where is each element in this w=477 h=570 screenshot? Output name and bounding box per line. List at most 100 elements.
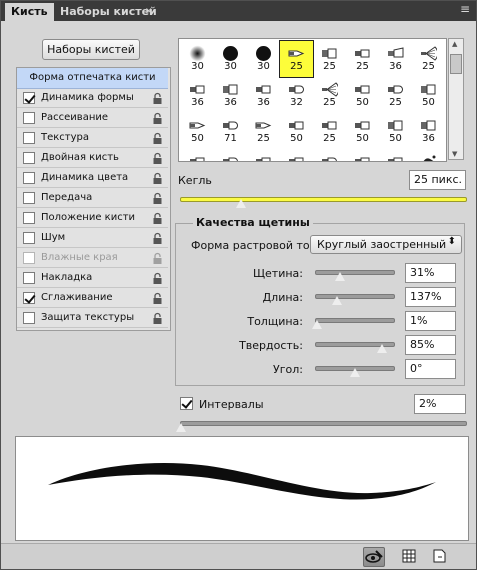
brush-preset-cell[interactable]: 36 bbox=[214, 77, 247, 113]
sidebar-item[interactable]: Шум bbox=[17, 229, 168, 248]
bristle-param-slider-track[interactable] bbox=[315, 270, 395, 275]
sidebar-item[interactable]: Текстура bbox=[17, 129, 168, 148]
size-slider-thumb[interactable] bbox=[235, 199, 247, 209]
brush-preset-cell[interactable]: 50 bbox=[280, 113, 313, 149]
scroll-up-icon[interactable]: ▲ bbox=[452, 40, 457, 48]
brush-preset-cell[interactable]: 50 bbox=[412, 77, 445, 113]
brush-preset-cell[interactable]: 30 bbox=[214, 41, 247, 77]
brush-preset-cell[interactable]: 25 bbox=[313, 41, 346, 77]
spacing-slider-thumb[interactable] bbox=[175, 423, 187, 433]
lock-icon[interactable] bbox=[152, 92, 163, 105]
bristle-param-slider-thumb[interactable] bbox=[349, 368, 361, 378]
bristle-param-slider-thumb[interactable] bbox=[376, 344, 389, 354]
sidebar-item[interactable]: Двойная кисть bbox=[17, 149, 168, 168]
brush-preset-cell[interactable]: 36 bbox=[412, 113, 445, 149]
sidebar-item-checkbox[interactable] bbox=[23, 152, 35, 164]
sidebar-item-checkbox[interactable] bbox=[23, 252, 35, 264]
brush-preset-cell[interactable]: 71 bbox=[214, 113, 247, 149]
brush-preset-cell[interactable]: 50 bbox=[181, 113, 214, 149]
size-slider-track[interactable] bbox=[180, 197, 467, 202]
sidebar-item-checkbox[interactable] bbox=[23, 232, 35, 244]
sidebar-item[interactable]: Рассеивание bbox=[17, 109, 168, 128]
preset-grid-scrollbar[interactable]: ▲ ▼ bbox=[448, 38, 464, 160]
sidebar-item-checkbox[interactable] bbox=[23, 112, 35, 124]
brush-preset-cell[interactable]: 25 bbox=[412, 41, 445, 77]
lock-icon[interactable] bbox=[152, 292, 163, 305]
brush-preset-cell[interactable]: 25 bbox=[247, 113, 280, 149]
brush-preset-cell[interactable]: 25 bbox=[379, 77, 412, 113]
brush-preset-cell[interactable]: 45 bbox=[412, 149, 445, 161]
brush-preset-cell[interactable]: 32 bbox=[280, 77, 313, 113]
brush-preset-cell[interactable]: 30 bbox=[247, 41, 280, 77]
sidebar-item-checkbox[interactable] bbox=[23, 272, 35, 284]
lock-icon[interactable] bbox=[152, 232, 163, 245]
brush-preset-cell[interactable]: 25 bbox=[346, 41, 379, 77]
brush-preset-cell[interactable]: 25 bbox=[313, 77, 346, 113]
brush-preset-cell[interactable]: 9 bbox=[280, 149, 313, 161]
brush-preset-cell[interactable]: 30 bbox=[247, 149, 280, 161]
sidebar-item[interactable]: Сглаживание bbox=[17, 289, 168, 308]
lock-icon[interactable] bbox=[152, 132, 163, 145]
lock-icon[interactable] bbox=[152, 212, 163, 225]
bristle-param-input[interactable]: 85% bbox=[405, 335, 456, 355]
spacing-slider-track[interactable] bbox=[180, 421, 467, 426]
sidebar-item[interactable]: Динамика формы bbox=[17, 89, 168, 108]
sidebar-item-checkbox[interactable] bbox=[23, 92, 35, 104]
spacing-checkbox[interactable] bbox=[180, 397, 193, 410]
bristle-shape-select[interactable]: Круглый заостренный ⬍ bbox=[310, 235, 462, 254]
sidebar-item[interactable]: Положение кисти bbox=[17, 209, 168, 228]
lock-icon[interactable] bbox=[152, 252, 163, 265]
brush-preset-cell[interactable]: 30 bbox=[214, 149, 247, 161]
brush-preset-cell[interactable]: 30 bbox=[181, 149, 214, 161]
bristle-param-input[interactable]: 1% bbox=[405, 311, 456, 331]
sidebar-item-checkbox[interactable] bbox=[23, 312, 35, 324]
sidebar-item-checkbox[interactable] bbox=[23, 172, 35, 184]
tab-close-icon[interactable]: ✕ bbox=[145, 7, 153, 17]
sidebar-item-checkbox[interactable] bbox=[23, 192, 35, 204]
brush-preset-cell[interactable]: 30 bbox=[346, 149, 379, 161]
sidebar-item-checkbox[interactable] bbox=[23, 292, 35, 304]
bristle-param-slider-track[interactable] bbox=[315, 318, 395, 323]
new-preset-icon[interactable] bbox=[429, 547, 449, 565]
sidebar-item[interactable]: Накладка bbox=[17, 269, 168, 288]
lock-icon[interactable] bbox=[152, 272, 163, 285]
sidebar-item-checkbox[interactable] bbox=[23, 132, 35, 144]
brush-preset-cell[interactable]: 30 bbox=[181, 41, 214, 77]
grid-icon[interactable] bbox=[399, 547, 419, 565]
brush-preset-cell[interactable]: 50 bbox=[346, 77, 379, 113]
tab-brush[interactable]: Кисть bbox=[5, 3, 54, 21]
panel-menu-icon[interactable]: ≡ bbox=[460, 2, 470, 16]
bristle-param-input[interactable]: 31% bbox=[405, 263, 456, 283]
brush-preset-cell[interactable]: 25 bbox=[279, 40, 314, 78]
scroll-down-icon[interactable]: ▼ bbox=[452, 150, 457, 158]
brush-preset-cell[interactable]: 50 bbox=[346, 113, 379, 149]
lock-icon[interactable] bbox=[152, 172, 163, 185]
brush-preset-cell[interactable]: 36 bbox=[379, 41, 412, 77]
brush-preset-cell[interactable]: 25 bbox=[313, 113, 346, 149]
sidebar-item[interactable]: Динамика цвета bbox=[17, 169, 168, 188]
lock-icon[interactable] bbox=[152, 312, 163, 325]
brush-preset-cell[interactable]: 36 bbox=[247, 77, 280, 113]
lock-icon[interactable] bbox=[152, 112, 163, 125]
bristle-param-slider-thumb[interactable] bbox=[331, 296, 344, 306]
bristle-param-input[interactable]: 137% bbox=[405, 287, 456, 307]
size-input[interactable]: 25 пикс. bbox=[409, 170, 466, 190]
bristle-param-slider-thumb[interactable] bbox=[334, 272, 347, 282]
brush-preset-cell[interactable]: 36 bbox=[181, 77, 214, 113]
brush-preset-cell[interactable]: 50 bbox=[379, 113, 412, 149]
toggle-bristle-preview-icon[interactable] bbox=[363, 547, 385, 567]
spacing-input[interactable]: 2% bbox=[414, 394, 466, 414]
sidebar-item[interactable]: Влажные края bbox=[17, 249, 168, 268]
bristle-param-slider-thumb[interactable] bbox=[310, 320, 323, 330]
sidebar-item-checkbox[interactable] bbox=[23, 212, 35, 224]
bristle-param-input[interactable]: 0° bbox=[405, 359, 456, 379]
sidebar-item-brush-tip-shape[interactable]: Форма отпечатка кисти bbox=[17, 68, 168, 89]
brush-preset-cell[interactable]: 30 bbox=[379, 149, 412, 161]
lock-icon[interactable] bbox=[152, 192, 163, 205]
brush-preset-cell[interactable]: 30 bbox=[313, 149, 346, 161]
bristle-param-slider-track[interactable] bbox=[315, 294, 395, 299]
sidebar-item[interactable]: Передача bbox=[17, 189, 168, 208]
lock-icon[interactable] bbox=[152, 152, 163, 165]
sidebar-item[interactable]: Защита текстуры bbox=[17, 309, 168, 328]
brush-presets-button[interactable]: Наборы кистей bbox=[42, 39, 140, 60]
